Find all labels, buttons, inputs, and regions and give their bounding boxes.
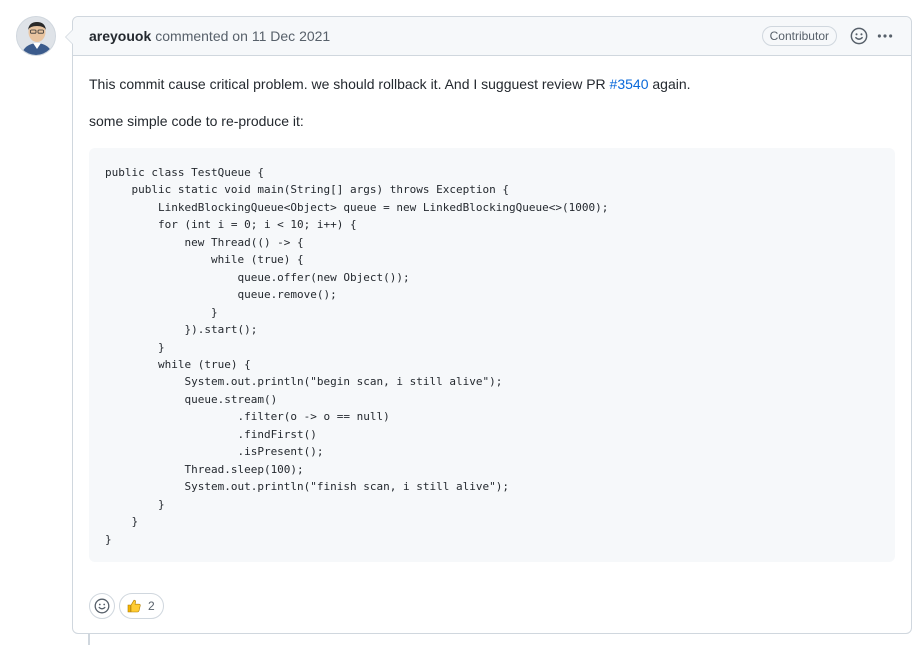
paragraph-1-text-before: This commit cause critical problem. we s… (89, 76, 610, 92)
code-block: public class TestQueue { public static v… (89, 148, 895, 562)
timeline-line (88, 634, 90, 645)
comment-paragraph-2: some simple code to re-produce it: (89, 113, 304, 129)
thumbs-up-icon (127, 599, 141, 613)
role-badge: Contributor (761, 26, 837, 46)
header-actions: Contributor (761, 26, 895, 46)
reaction-count: 2 (148, 599, 155, 613)
avatar[interactable] (16, 16, 56, 56)
author-link[interactable]: areyouok (89, 28, 151, 44)
comment-paragraph-1: This commit cause critical problem. we s… (89, 74, 895, 95)
more-options-button[interactable] (875, 26, 895, 46)
comment-caret-fill (66, 29, 74, 45)
pr-link[interactable]: #3540 (610, 76, 649, 92)
add-reaction-button[interactable] (89, 593, 115, 619)
paragraph-1-text-after: again. (648, 76, 691, 92)
smiley-icon (94, 598, 110, 614)
reaction-thumbs-up-button[interactable]: 2 (119, 593, 164, 619)
reactions-bar: 2 (89, 593, 164, 619)
comment-date-link[interactable]: 11 Dec 2021 (252, 28, 330, 44)
comment-action-text: commented on (155, 28, 248, 44)
avatar-image (17, 17, 55, 55)
kebab-horizontal-icon (877, 34, 893, 38)
comment-box: areyouok commented on 11 Dec 2021 Contri… (65, 16, 912, 634)
comment-body: This commit cause critical problem. we s… (73, 56, 911, 562)
add-reaction-header-button[interactable] (849, 26, 869, 46)
comment-header: areyouok commented on 11 Dec 2021 Contri… (73, 17, 911, 56)
smiley-icon (850, 27, 868, 45)
